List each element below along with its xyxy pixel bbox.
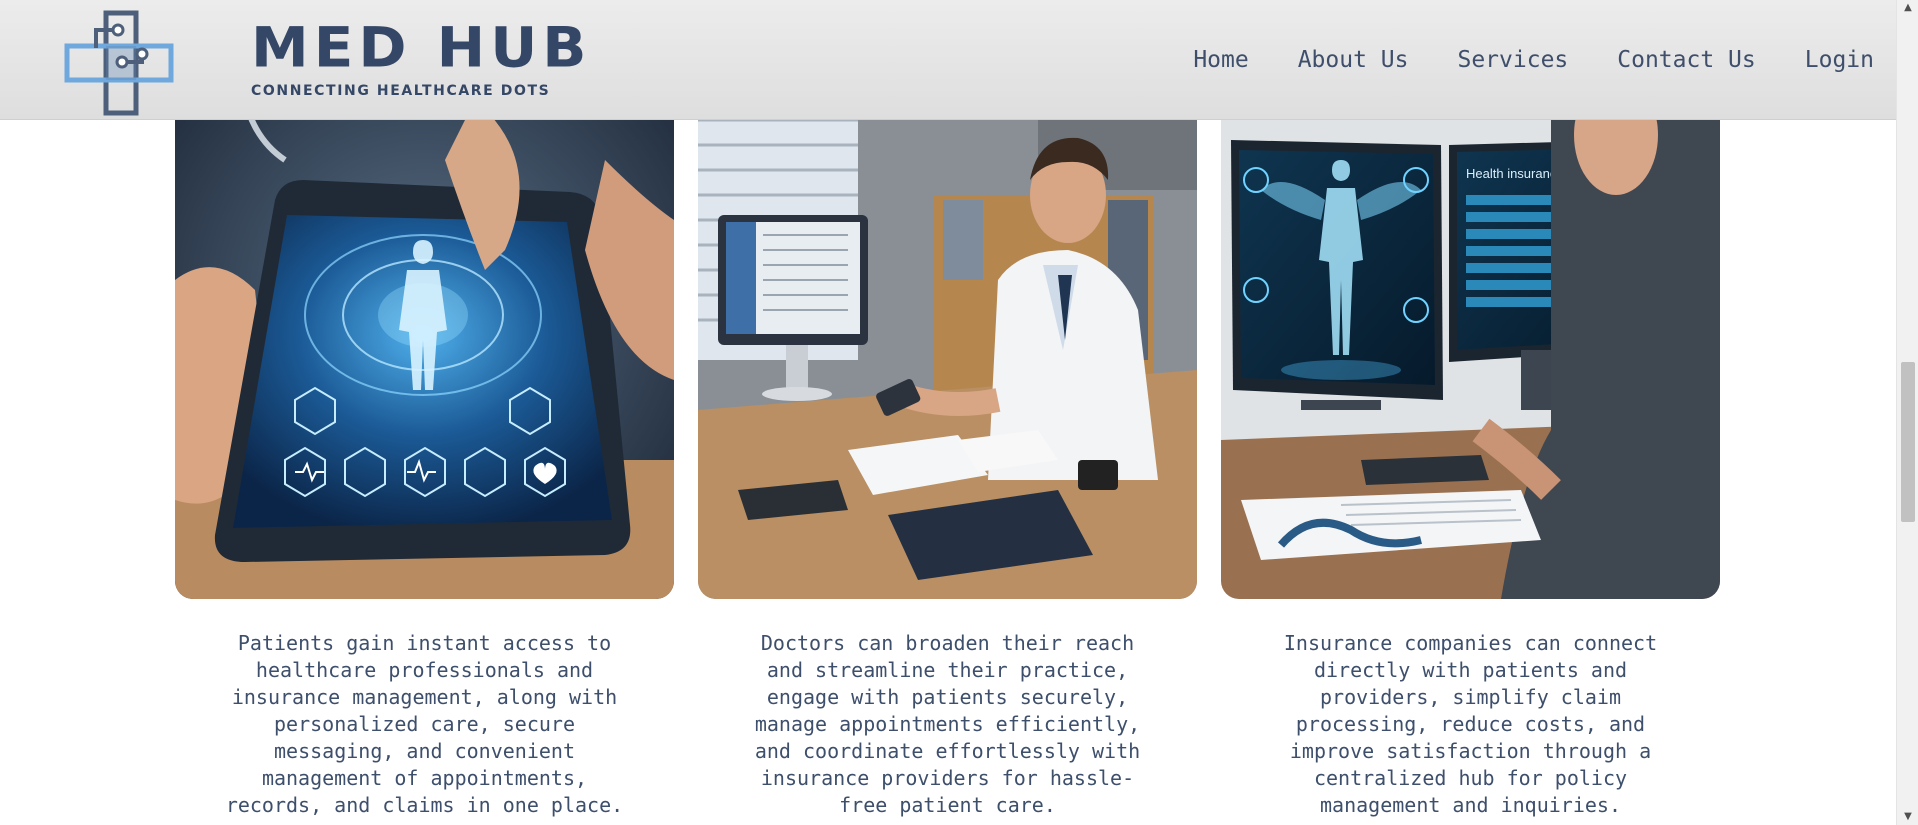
scroll-up-icon[interactable]: ▲ — [1897, 0, 1918, 16]
patients-description: Patients gain instant access to healthca… — [225, 631, 624, 817]
nav-about-us[interactable]: About Us — [1298, 47, 1409, 73]
doctor-desk-image — [698, 100, 1197, 599]
nav-contact-us[interactable]: Contact Us — [1617, 47, 1755, 73]
nav-services[interactable]: Services — [1457, 47, 1568, 73]
doctors-description: Doctors can broaden their reach and stre… — [754, 631, 1141, 817]
insurance-description: Insurance companies can connect directly… — [1283, 631, 1658, 817]
brand-logo[interactable]: MED HUB CONNECTING HEALTHCARE DOTS — [251, 18, 592, 99]
scroll-down-icon[interactable]: ▼ — [1897, 809, 1918, 825]
site-header: MED HUB CONNECTING HEALTHCARE DOTS Home … — [0, 0, 1896, 120]
nav-login[interactable]: Login — [1805, 47, 1874, 73]
nav-home[interactable]: Home — [1193, 47, 1248, 73]
brand-tagline: CONNECTING HEALTHCARE DOTS — [251, 83, 551, 99]
monitor-title: Health insurance — [1466, 166, 1564, 181]
main-nav: Home About Us Services Contact Us Login — [1193, 0, 1896, 120]
scrollbar-thumb[interactable] — [1901, 362, 1915, 522]
page-scrollbar[interactable]: ▲ ▼ — [1896, 0, 1918, 825]
med-hub-logo-icon[interactable] — [62, 10, 176, 116]
insurance-monitor-image: Health insurance — [1221, 100, 1720, 599]
brand-name: MED HUB — [251, 15, 592, 80]
patient-tablet-image — [175, 100, 674, 599]
